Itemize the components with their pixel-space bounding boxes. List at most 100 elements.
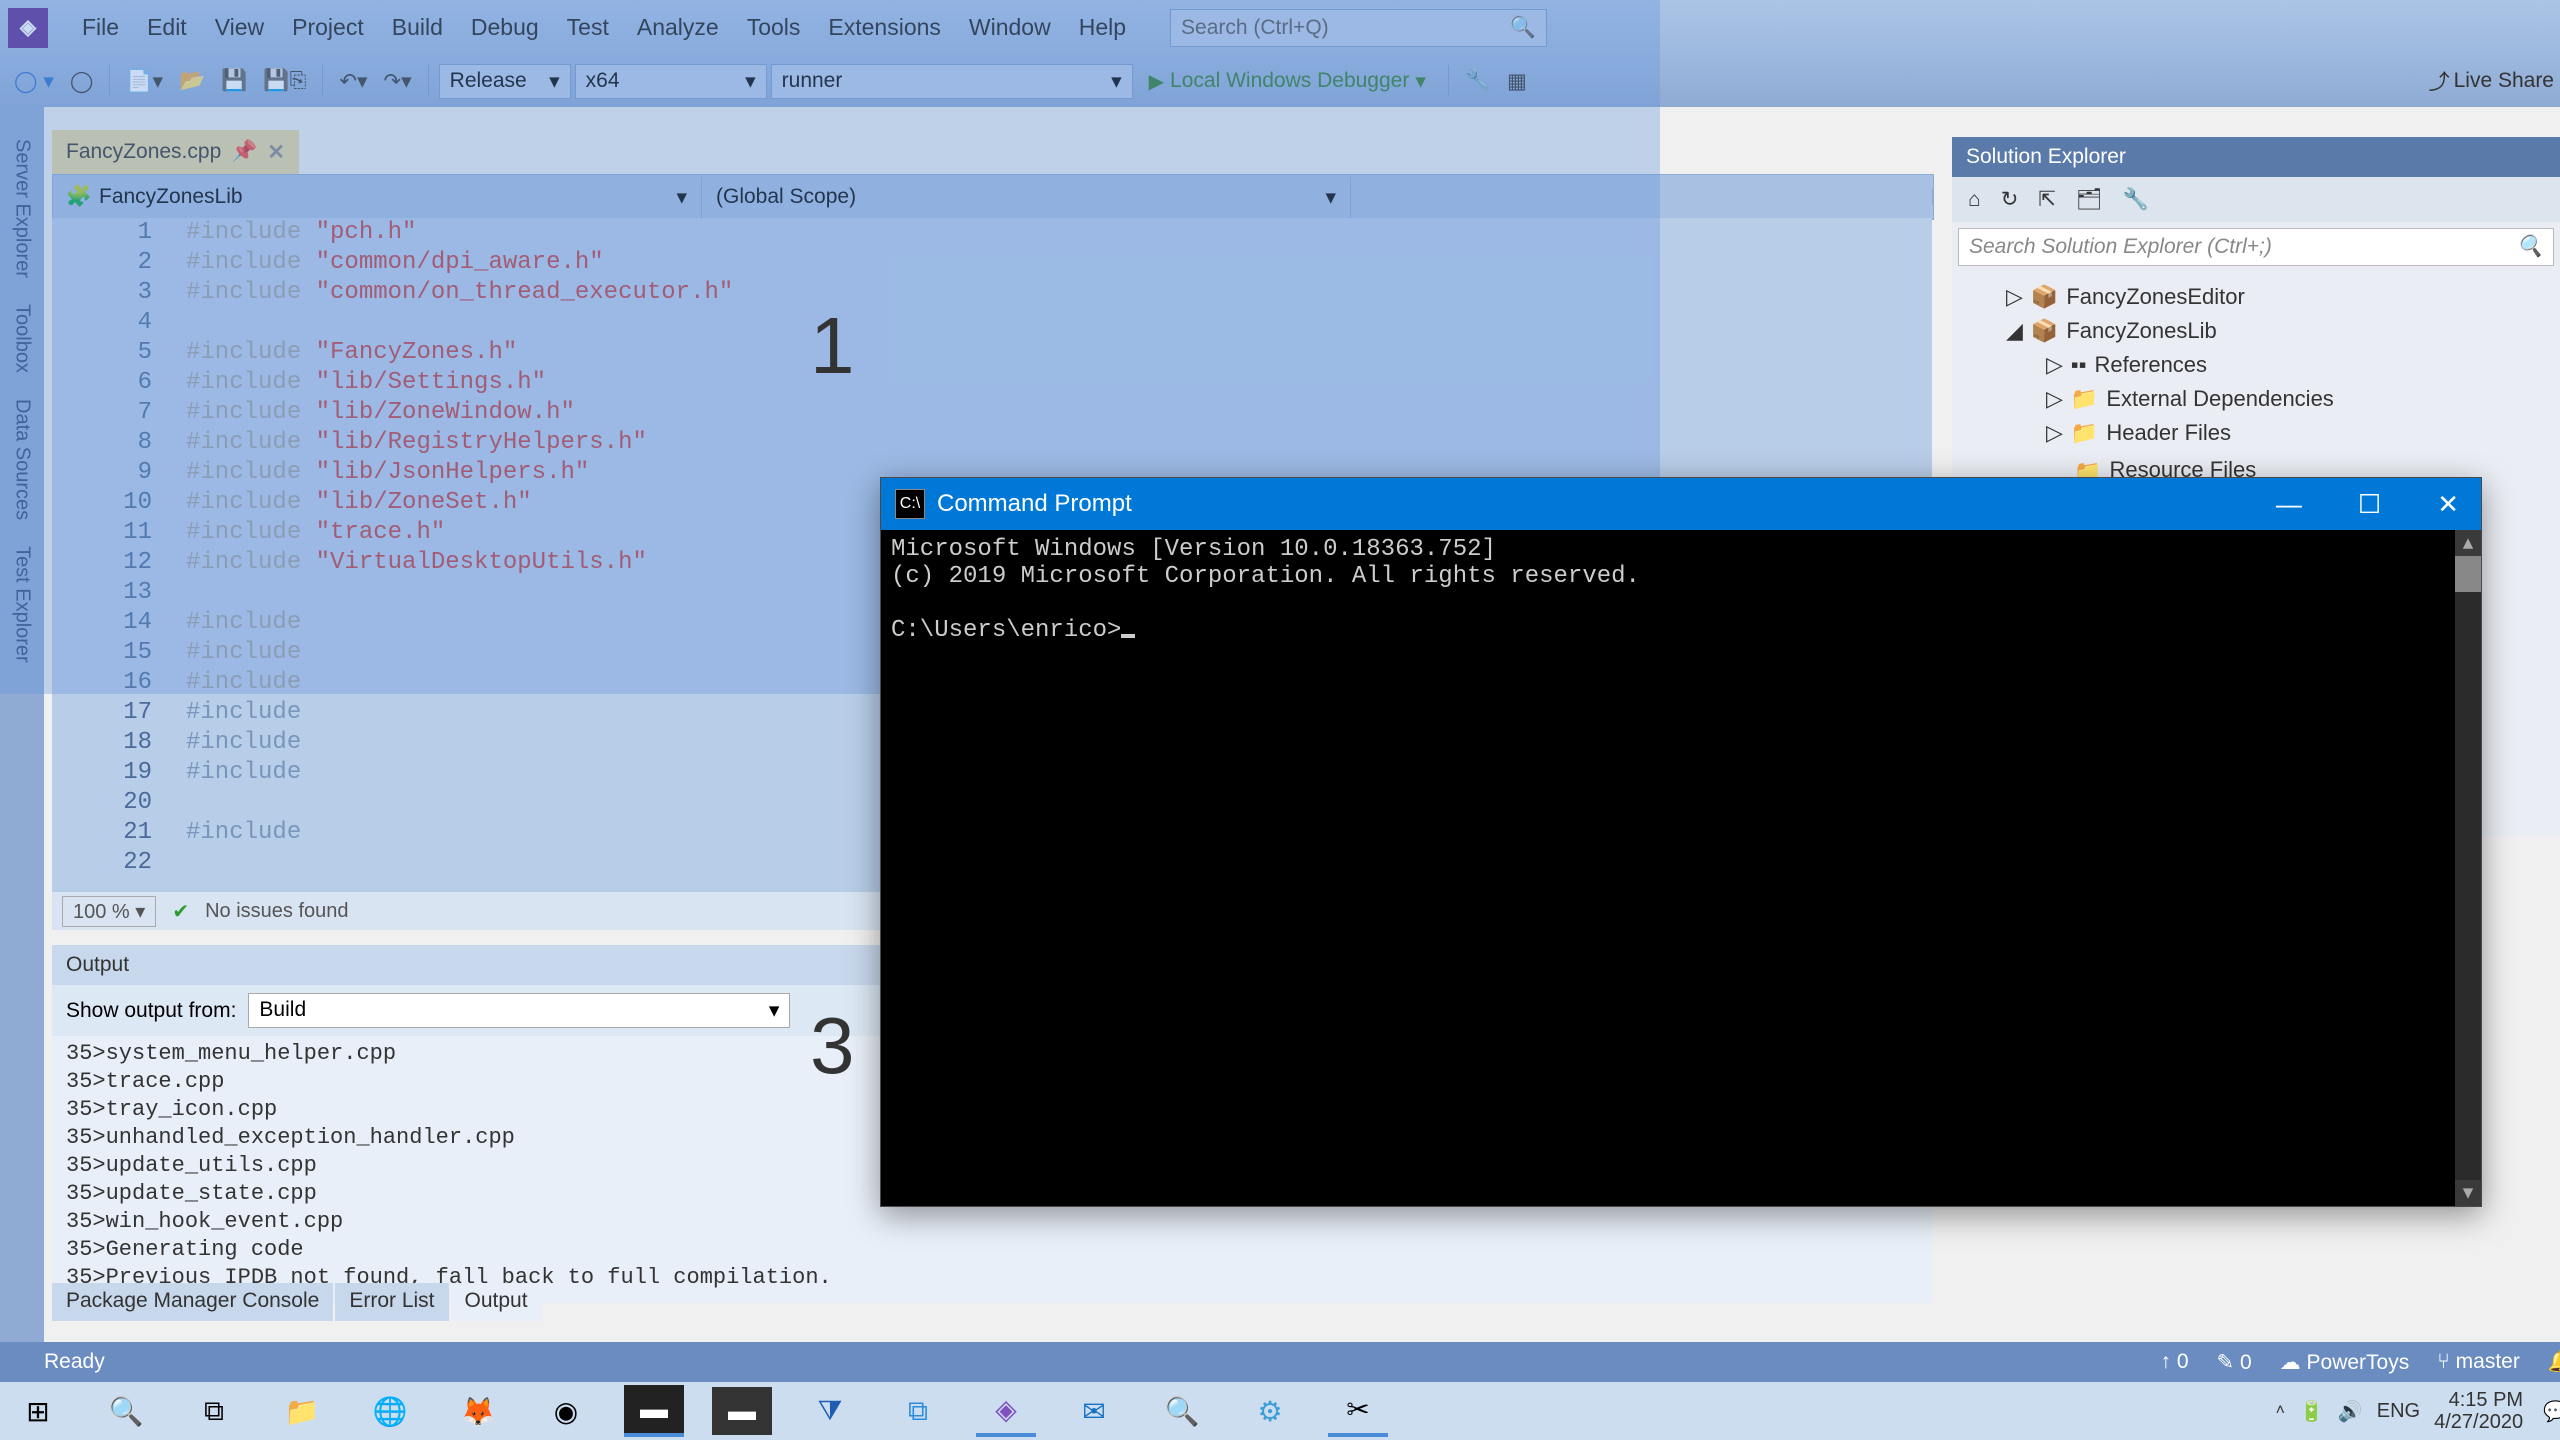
menu-test[interactable]: Test [553, 8, 623, 47]
new-project-button[interactable]: 📄▾ [120, 65, 169, 98]
sol-home-icon[interactable]: ⌂ [1962, 183, 1987, 216]
push-count[interactable]: ↑ 0 [2161, 1350, 2189, 1374]
pin-icon[interactable]: 📌 [231, 140, 257, 164]
status-ready: Ready [44, 1350, 105, 1374]
search-input[interactable]: Search (Ctrl+Q) 🔍 [1170, 9, 1547, 47]
document-tabs: FancyZones.cpp 📌 ✕ [52, 130, 299, 174]
close-tab-icon[interactable]: ✕ [267, 140, 285, 165]
menu-window[interactable]: Window [955, 8, 1065, 47]
cmd-content[interactable]: Microsoft Windows [Version 10.0.18363.75… [881, 530, 2481, 650]
save-button[interactable]: 💾 [215, 65, 253, 97]
tool-icon-1[interactable]: 🔧 [1459, 65, 1497, 97]
pull-count[interactable]: ✎ 0 [2217, 1350, 2252, 1375]
chrome-icon[interactable]: ◉ [536, 1387, 596, 1435]
clock[interactable]: 4:15 PM4/27/2020 [2434, 1389, 2523, 1433]
notify-icon[interactable]: 🔔 [2548, 1350, 2560, 1374]
cmd-minimize-button[interactable]: — [2268, 489, 2310, 520]
solution-search-input[interactable]: Search Solution Explorer (Ctrl+;)🔍 [1958, 228, 2554, 266]
branch-name[interactable]: ⑂ master [2437, 1350, 2520, 1374]
sol-properties-icon[interactable]: 🔧 [2117, 183, 2155, 216]
volume-icon[interactable]: 🔊 [2338, 1399, 2363, 1424]
powershell-icon[interactable]: ⧩ [800, 1387, 860, 1435]
tab-output[interactable]: Output [451, 1283, 542, 1321]
menu-edit[interactable]: Edit [133, 8, 201, 47]
sol-show-all-icon[interactable]: 🗂 [2070, 183, 2109, 216]
undo-button[interactable]: ↶▾ [333, 65, 373, 98]
rail-toolbox[interactable]: Toolbox [3, 292, 42, 385]
rail-test-explorer[interactable]: Test Explorer [3, 534, 42, 675]
chevron-right-icon[interactable]: ▷ [2046, 420, 2063, 446]
menu-file[interactable]: File [68, 8, 133, 47]
command-prompt-window[interactable]: C:\ Command Prompt — ☐ ✕ Microsoft Windo… [880, 477, 2482, 1207]
menu-extensions[interactable]: Extensions [814, 8, 955, 47]
menu-project[interactable]: Project [278, 8, 378, 47]
terminal-icon[interactable]: ▬ [624, 1385, 684, 1437]
battery-icon[interactable]: 🔋 [2299, 1399, 2324, 1424]
line-gutter: 12345678910111213141516171819202122 [52, 218, 166, 892]
chevron-right-icon[interactable]: ▷ [2046, 352, 2063, 378]
zoom-dropdown[interactable]: 100 % ▾ [62, 896, 156, 927]
chevron-right-icon[interactable]: ▷ [2046, 386, 2063, 412]
cmd-titlebar[interactable]: C:\ Command Prompt — ☐ ✕ [881, 478, 2481, 530]
outlook-icon[interactable]: ✉ [1064, 1387, 1124, 1435]
run-debugger-button[interactable]: ▶Local Windows Debugger▾ [1137, 65, 1438, 98]
nav-fwd-button[interactable]: ◯ [64, 65, 100, 98]
task-view-button[interactable]: ⧉ [184, 1387, 244, 1435]
menu-help[interactable]: Help [1065, 8, 1140, 47]
edge-icon[interactable]: 🌐 [360, 1387, 420, 1435]
tab-pmc[interactable]: Package Manager Console [52, 1283, 333, 1321]
repo-name[interactable]: ☁ PowerToys [2280, 1350, 2410, 1375]
tool-icon-2[interactable]: ▦ [1501, 65, 1533, 98]
platform-dropdown[interactable]: x64▾ [575, 64, 767, 99]
start-button[interactable]: ⊞ [8, 1387, 68, 1435]
cmd-scrollbar[interactable]: ▴ ▾ [2455, 530, 2481, 1206]
app-icon-2[interactable]: ⚙ [1240, 1387, 1300, 1435]
play-icon: ▶ [1149, 69, 1164, 94]
visual-studio-window: PowerToys EG — ☐ ✕ ◈ File Edit View Proj… [0, 0, 2560, 1440]
solution-tree[interactable]: ▷ 📦 FancyZonesEditor ◢ 📦 FancyZonesLib ▷… [1952, 272, 2560, 498]
cpp-icon: 🧩 [67, 185, 91, 209]
menu-debug[interactable]: Debug [457, 8, 553, 47]
search-button[interactable]: 🔍 [96, 1387, 156, 1435]
action-center-icon[interactable]: 💬 [2543, 1399, 2560, 1424]
snip-icon[interactable]: ✂ [1328, 1385, 1388, 1437]
terminal2-icon[interactable]: ▬ [712, 1387, 772, 1435]
menu-tools[interactable]: Tools [733, 8, 815, 47]
menu-analyze[interactable]: Analyze [623, 8, 733, 47]
tab-error-list[interactable]: Error List [335, 1283, 448, 1321]
nav-member-dropdown[interactable] [1351, 189, 1933, 205]
output-from-dropdown[interactable]: Build▾ [248, 993, 790, 1028]
taskbar[interactable]: ⊞ 🔍 ⧉ 📁 🌐 🦊 ◉ ▬ ▬ ⧩ ⧉ ◈ ✉ 🔍 ⚙ ✂ ˄ 🔋 🔊 EN… [0, 1382, 2560, 1440]
sol-refresh-icon[interactable]: ↻ [1995, 183, 2025, 216]
save-all-button[interactable]: 💾⎘ [257, 65, 312, 97]
live-share-button[interactable]: ⤴ Live Share [2423, 62, 2560, 100]
lang-indicator[interactable]: ENG [2377, 1400, 2420, 1423]
vs-icon[interactable]: ◈ [976, 1385, 1036, 1437]
explorer-icon[interactable]: 📁 [272, 1387, 332, 1435]
open-file-button[interactable]: 📂 [173, 65, 211, 97]
tray-chevron-icon[interactable]: ˄ [2276, 1402, 2285, 1420]
navigation-bar: 🧩 FancyZonesLib▾ (Global Scope)▾ [52, 174, 1934, 220]
firefox-icon[interactable]: 🦊 [448, 1387, 508, 1435]
scroll-down-icon[interactable]: ▾ [2455, 1180, 2481, 1206]
menu-build[interactable]: Build [378, 8, 457, 47]
scroll-thumb[interactable] [2455, 556, 2481, 592]
menu-view[interactable]: View [201, 8, 278, 47]
scroll-up-icon[interactable]: ▴ [2455, 530, 2481, 556]
tab-fancyzones[interactable]: FancyZones.cpp 📌 ✕ [52, 130, 299, 174]
rail-data-sources[interactable]: Data Sources [3, 387, 42, 532]
sol-collapse-icon[interactable]: ⇱ [2032, 183, 2062, 216]
target-dropdown[interactable]: runner▾ [771, 64, 1133, 99]
chevron-down-icon[interactable]: ◢ [2006, 318, 2023, 344]
cmd-maximize-button[interactable]: ☐ [2350, 489, 2389, 520]
config-dropdown[interactable]: Release▾ [439, 64, 571, 99]
nav-back-button[interactable]: ◯ ▾ [8, 65, 60, 98]
app-icon-1[interactable]: 🔍 [1152, 1387, 1212, 1435]
redo-button[interactable]: ↷▾ [378, 65, 418, 98]
nav-scope-dropdown[interactable]: (Global Scope)▾ [702, 177, 1351, 218]
chevron-right-icon[interactable]: ▷ [2006, 284, 2023, 310]
nav-project-dropdown[interactable]: 🧩 FancyZonesLib▾ [53, 177, 702, 218]
cmd-close-button[interactable]: ✕ [2429, 489, 2467, 520]
vscode-icon[interactable]: ⧉ [888, 1387, 948, 1435]
rail-server-explorer[interactable]: Server Explorer [3, 127, 42, 290]
